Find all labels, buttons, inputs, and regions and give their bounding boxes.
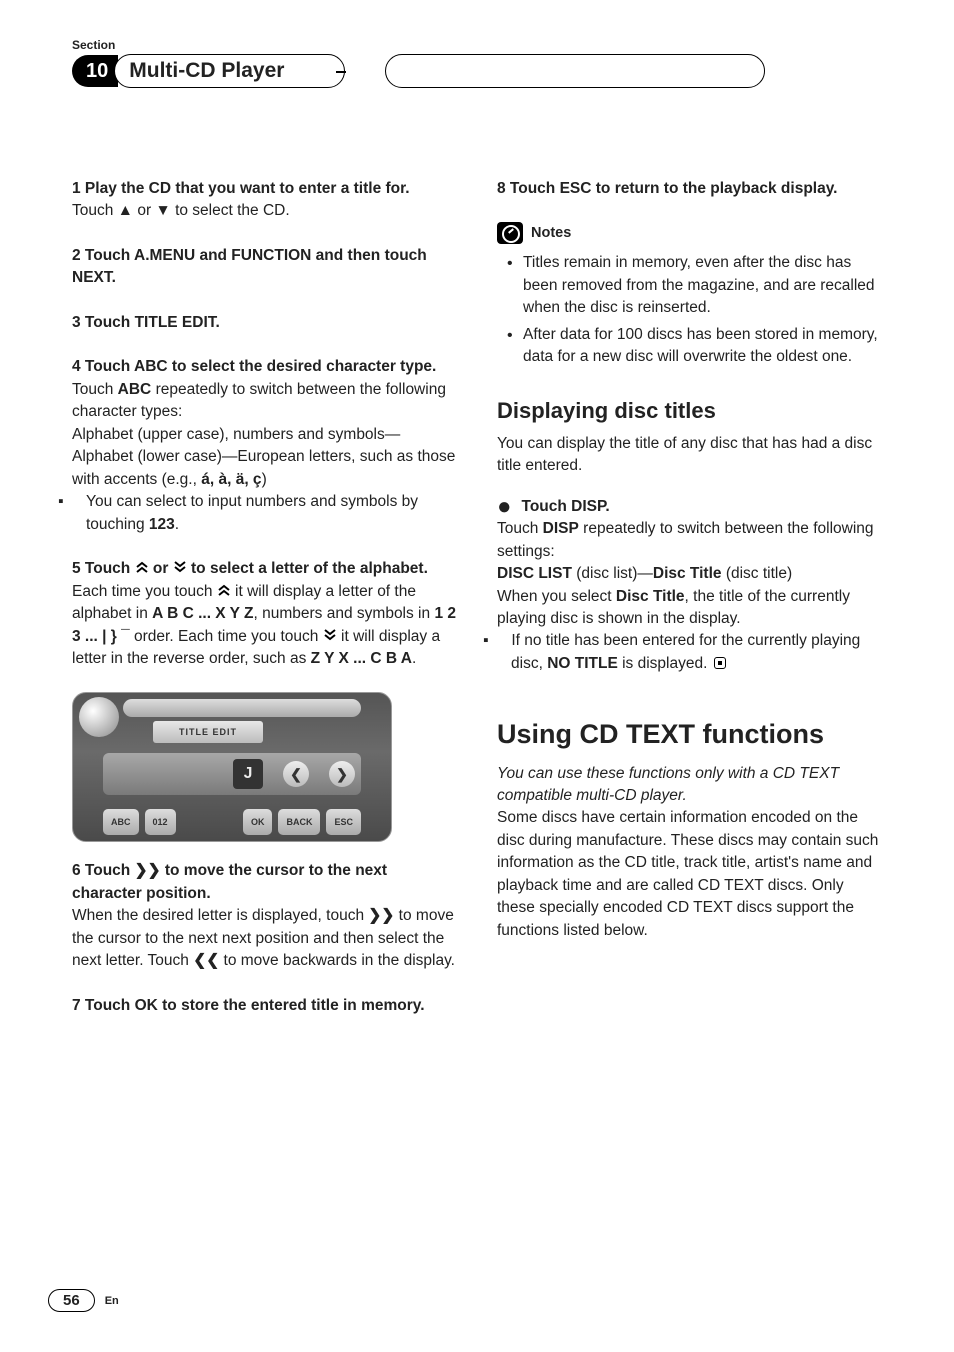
double-chevron-down-icon <box>323 628 337 642</box>
device-012-button: 012 <box>145 809 176 835</box>
step-7-head: 7 Touch OK to store the entered title in… <box>72 995 457 1017</box>
device-left-arrow-icon: ❮ <box>283 761 309 787</box>
step-5-b1i: . <box>412 650 416 667</box>
square-bullet-icon: ▪ <box>72 491 82 513</box>
disp-l3b: Disc Title <box>616 588 685 605</box>
device-right-arrow-icon: ❯ <box>329 761 355 787</box>
device-menu-bar <box>123 699 361 717</box>
displaying-disc-titles-heading: Displaying disc titles <box>497 395 882 427</box>
step-5-head-b: or <box>149 560 173 577</box>
step-5-head-a: 5 Touch <box>72 560 135 577</box>
disp-l1a: Touch <box>497 520 543 537</box>
step-4: 4 Touch ABC to select the desired charac… <box>72 356 457 536</box>
section-label: Section <box>72 38 882 52</box>
device-letter-row: J ❮ ❯ <box>103 753 361 795</box>
step-1-body-b: or <box>133 202 155 219</box>
disp-step-head-text: Touch DISP. <box>522 498 610 515</box>
disp-l2d: (disc title) <box>722 565 793 582</box>
step-3: 3 Touch TITLE EDIT. <box>72 312 457 334</box>
step-4-l2c: ) <box>262 471 267 488</box>
disp-bullet-c: is displayed. <box>618 655 708 672</box>
cdtext-italic: You can use these functions only with a … <box>497 763 882 808</box>
disp-bullet-b: NO TITLE <box>547 655 618 672</box>
step-2-head: 2 Touch A.MENU and FUNCTION and then tou… <box>72 245 457 290</box>
double-chevron-up-icon <box>135 560 149 574</box>
step-4-bullet-a: You can select to input numbers and symb… <box>86 493 418 532</box>
step-6: 6 Touch ❯❯ to move the cursor to the nex… <box>72 860 457 972</box>
step-1-head: 1 Play the CD that you want to enter a t… <box>72 180 410 197</box>
step-7: 7 Touch OK to store the entered title in… <box>72 995 457 1017</box>
header-empty-pill <box>385 54 765 88</box>
step-8: 8 Touch ESC to return to the playback di… <box>497 178 882 200</box>
right-column: 8 Touch ESC to return to the playback di… <box>497 178 882 1039</box>
step-5-b1a: Each time you touch <box>72 583 217 600</box>
device-esc-button: ESC <box>326 809 361 835</box>
step-5: 5 Touch or to select a letter of the alp… <box>72 558 457 670</box>
step-1-body-a: Touch <box>72 202 118 219</box>
double-chevron-right-icon: ❯❯ <box>368 907 394 924</box>
square-bullet-icon: ▪ <box>497 630 507 652</box>
double-chevron-down-icon <box>173 560 187 574</box>
down-triangle-icon: ▼ <box>155 200 170 222</box>
notes-list: Titles remain in memory, even after the … <box>497 252 882 368</box>
device-back-button: BACK <box>278 809 320 835</box>
step-4-l1b: ABC <box>118 381 152 398</box>
end-of-section-icon <box>714 657 726 669</box>
step-1: 1 Play the CD that you want to enter a t… <box>72 178 457 223</box>
device-logo-icon <box>79 697 119 737</box>
notes-label: Notes <box>531 223 571 244</box>
step-8-head: 8 Touch ESC to return to the playback di… <box>497 178 882 200</box>
disp-intro: You can display the title of any disc th… <box>497 433 882 478</box>
device-button-row: ABC 012 OK BACK ESC <box>103 809 361 835</box>
section-number-badge: 10 <box>72 55 118 87</box>
chapter-header: 10 Multi-CD Player <box>72 54 882 88</box>
step-5-b1c: A B C ... X Y Z <box>152 605 253 622</box>
notes-icon <box>497 222 523 244</box>
device-ok-button: OK <box>243 809 273 835</box>
step-4-bullet-b: 123 <box>149 516 175 533</box>
step-6-b1c: to move backwards in the display. <box>219 952 455 969</box>
step-4-bullet-c: . <box>175 516 179 533</box>
disp-l2a: DISC LIST <box>497 565 572 582</box>
double-chevron-up-icon <box>217 583 231 597</box>
device-current-letter: J <box>233 759 263 789</box>
chapter-title: Multi-CD Player <box>114 54 345 88</box>
up-triangle-icon: ▲ <box>118 200 133 222</box>
double-chevron-left-icon: ❮❮ <box>193 952 219 969</box>
language-label: En <box>105 1295 119 1307</box>
cdtext-body: Some discs have certain information enco… <box>497 807 882 942</box>
disp-l2b: (disc list)— <box>572 565 653 582</box>
step-6-head-a: 6 Touch <box>72 862 135 879</box>
step-5-head-c: to select a letter of the alphabet. <box>187 560 428 577</box>
step-2: 2 Touch A.MENU and FUNCTION and then tou… <box>72 245 457 290</box>
step-6-b1a: When the desired letter is displayed, to… <box>72 907 368 924</box>
step-5-b1f: order. Each time you touch <box>130 628 323 645</box>
double-chevron-right-icon: ❯❯ <box>135 862 161 879</box>
page-number: 56 <box>48 1289 95 1312</box>
disp-l1b: DISP <box>543 520 579 537</box>
note-item: After data for 100 discs has been stored… <box>497 324 882 369</box>
step-5-b1d: , numbers and symbols in <box>254 605 435 622</box>
title-edit-device-illustration: TITLE EDIT J ❮ ❯ ABC 012 OK BACK ESC <box>72 692 392 842</box>
step-1-body-c: to select the CD. <box>171 202 290 219</box>
device-title-label: TITLE EDIT <box>153 721 263 743</box>
using-cd-text-heading: Using CD TEXT functions <box>497 715 882 754</box>
step-4-l2b: á, à, ä, ç <box>201 471 261 488</box>
page-footer: 56 En <box>48 1289 119 1312</box>
left-column: 1 Play the CD that you want to enter a t… <box>72 178 457 1039</box>
bullet-dot-icon: ● <box>497 493 512 520</box>
note-item: Titles remain in memory, even after the … <box>497 252 882 319</box>
disp-step-head: ● Touch DISP. <box>497 496 882 518</box>
step-4-l1a: Touch <box>72 381 118 398</box>
device-abc-button: ABC <box>103 809 139 835</box>
disp-l2c: Disc Title <box>653 565 722 582</box>
step-4-head: 4 Touch ABC to select the desired charac… <box>72 356 457 378</box>
notes-header: Notes <box>497 222 882 244</box>
step-3-head: 3 Touch TITLE EDIT. <box>72 312 457 334</box>
disp-l3a: When you select <box>497 588 616 605</box>
step-5-b1h: Z Y X ... C B A <box>311 650 412 667</box>
